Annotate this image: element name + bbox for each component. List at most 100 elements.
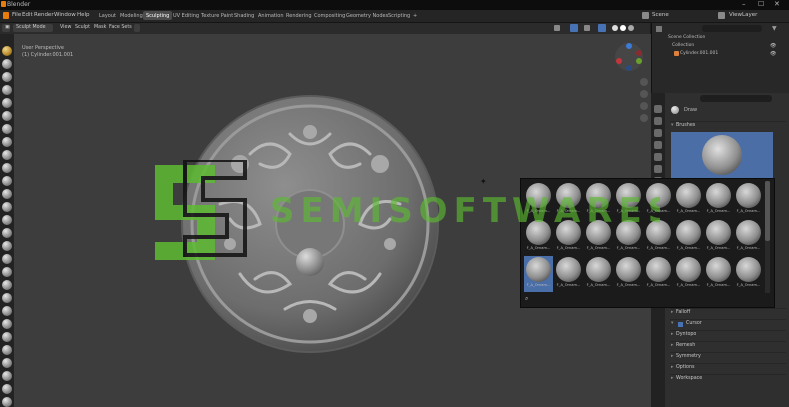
tab-layout[interactable]: Layout bbox=[96, 11, 119, 20]
brushes-section-header[interactable]: ▾ Brushes bbox=[670, 121, 786, 131]
brush-thumbnail-item[interactable]: F_A_Ornam... bbox=[674, 182, 703, 218]
perspective-toggle-icon[interactable] bbox=[640, 114, 648, 122]
tab-scripting[interactable]: Scripting bbox=[385, 11, 413, 20]
crease-tool-icon[interactable] bbox=[2, 150, 12, 160]
brush-thumbnail[interactable] bbox=[671, 132, 773, 178]
workspace-section-header[interactable]: ▸ Workspace bbox=[670, 374, 786, 384]
elastic-deform-tool-icon[interactable] bbox=[2, 254, 12, 264]
brush-thumbnail-item[interactable]: F_A_Ornam... bbox=[704, 219, 733, 255]
render-tab-icon[interactable] bbox=[654, 117, 662, 125]
brush-thumbnail-item[interactable]: F_A_Ornam... bbox=[674, 256, 703, 292]
tab-geometry-nodes[interactable]: Geometry Nodes bbox=[343, 11, 391, 20]
draw-sharp-tool-icon[interactable] bbox=[2, 59, 12, 69]
tab-animation[interactable]: Animation bbox=[255, 11, 287, 20]
options-section-header[interactable]: ▸ Options bbox=[670, 363, 786, 373]
add-workspace-button[interactable]: + bbox=[410, 11, 420, 20]
maximize-icon[interactable]: ☐ bbox=[758, 0, 764, 8]
collection-label[interactable]: Collection bbox=[672, 43, 694, 48]
properties-search-input[interactable] bbox=[700, 95, 772, 102]
mask-tool-icon[interactable] bbox=[2, 384, 12, 394]
blob-tool-icon[interactable] bbox=[2, 137, 12, 147]
outliner-filter-icon[interactable]: ▼ bbox=[772, 25, 777, 32]
clay-strips-tool-icon[interactable] bbox=[2, 85, 12, 95]
outliner-editor-icon[interactable] bbox=[656, 26, 662, 32]
pan-icon[interactable] bbox=[640, 90, 648, 98]
pinch-tool-icon[interactable] bbox=[2, 228, 12, 238]
viewlayer-selector[interactable]: ViewLayer bbox=[729, 12, 757, 18]
cursor-section-header[interactable]: ▾ Cursor bbox=[670, 319, 786, 329]
zoom-icon[interactable] bbox=[640, 78, 648, 86]
pose-tool-icon[interactable] bbox=[2, 293, 12, 303]
camera-view-icon[interactable] bbox=[640, 102, 648, 110]
tab-rendering[interactable]: Rendering bbox=[283, 11, 315, 20]
view-layer-tab-icon[interactable] bbox=[654, 141, 662, 149]
shading-material-icon[interactable] bbox=[620, 25, 626, 31]
shading-rendered-icon[interactable] bbox=[628, 25, 634, 31]
xray-toggle-icon[interactable] bbox=[598, 24, 606, 32]
boundary-tool-icon[interactable] bbox=[2, 345, 12, 355]
object-visibility-eye-icon[interactable]: 👁 bbox=[770, 51, 776, 57]
minimize-icon[interactable]: – bbox=[742, 0, 746, 8]
clay-tool-icon[interactable] bbox=[2, 72, 12, 82]
view-object-types-icon[interactable] bbox=[554, 25, 560, 31]
thumb-tool-icon[interactable] bbox=[2, 280, 12, 290]
popup-scrollbar-thumb[interactable] bbox=[765, 181, 770, 241]
overlays-icon[interactable] bbox=[584, 25, 590, 31]
outliner-object-label[interactable]: Cylinder.001.001 bbox=[680, 51, 718, 56]
brush-thumbnail-item[interactable]: F_A_Ornam... bbox=[734, 219, 763, 255]
fill-tool-icon[interactable] bbox=[2, 189, 12, 199]
rotate-tool-icon[interactable] bbox=[2, 319, 12, 329]
tab-sculpting[interactable]: Sculpting bbox=[143, 11, 173, 20]
brush-thumbnail-item[interactable]: F_A_Ornam... bbox=[704, 256, 733, 292]
clay-thumb-tool-icon[interactable] bbox=[2, 98, 12, 108]
outliner-search-input[interactable] bbox=[702, 25, 762, 32]
brush-thumbnail-item[interactable]: F_A_Ornam... bbox=[734, 182, 763, 218]
menu-window[interactable]: Window bbox=[54, 12, 76, 18]
menu-file[interactable]: File bbox=[12, 12, 21, 18]
smooth-tool-icon[interactable] bbox=[2, 163, 12, 173]
scrape-tool-icon[interactable] bbox=[2, 202, 12, 212]
navigation-gizmo[interactable] bbox=[614, 42, 644, 72]
snake-hook-tool-icon[interactable] bbox=[2, 267, 12, 277]
simplify-tool-icon[interactable] bbox=[2, 371, 12, 381]
visibility-eye-icon[interactable]: 👁 bbox=[770, 43, 776, 49]
dyntopo-section-header[interactable]: ▸ Dyntopo bbox=[670, 330, 786, 340]
tab-shading[interactable]: Shading bbox=[231, 11, 257, 20]
layer-tool-icon[interactable] bbox=[2, 111, 12, 121]
transform-tool-icon[interactable] bbox=[2, 397, 12, 407]
multiplane-scrape-tool-icon[interactable] bbox=[2, 215, 12, 225]
menu-edit[interactable]: Edit bbox=[22, 12, 33, 18]
brush-thumbnail-item[interactable]: F_A_Ornam... bbox=[734, 256, 763, 292]
scene-selector[interactable]: Scene bbox=[652, 12, 669, 18]
scene-icon[interactable] bbox=[642, 12, 649, 19]
remesh-section-header[interactable]: ▸ Remesh bbox=[670, 341, 786, 351]
grab-tool-icon[interactable] bbox=[2, 241, 12, 251]
gizmo-toggle-icon[interactable] bbox=[570, 24, 578, 32]
editor-type-icon[interactable]: ▣ bbox=[2, 24, 10, 32]
menu-sculpt[interactable]: Sculpt bbox=[72, 24, 93, 32]
brush-thumbnail-item[interactable]: F_A_Ornam... bbox=[704, 182, 733, 218]
symmetry-section-header[interactable]: ▸ Symmetry bbox=[670, 352, 786, 362]
cloth-tool-icon[interactable] bbox=[2, 358, 12, 368]
tab-modeling[interactable]: Modeling bbox=[117, 11, 146, 20]
brush-search-input[interactable] bbox=[535, 295, 761, 303]
menu-render[interactable]: Render bbox=[34, 12, 54, 18]
blender-menu-icon[interactable] bbox=[3, 12, 9, 19]
tool-tab-icon[interactable] bbox=[654, 105, 662, 113]
inflate-tool-icon[interactable] bbox=[2, 124, 12, 134]
slide-relax-tool-icon[interactable] bbox=[2, 332, 12, 342]
close-icon[interactable]: ✕ bbox=[774, 0, 780, 8]
flatten-tool-icon[interactable] bbox=[2, 176, 12, 186]
scene-collection-label[interactable]: Scene Collection bbox=[668, 35, 705, 40]
cursor-checkbox[interactable] bbox=[678, 322, 683, 327]
output-tab-icon[interactable] bbox=[654, 129, 662, 137]
nudge-tool-icon[interactable] bbox=[2, 306, 12, 316]
shading-solid-icon[interactable] bbox=[612, 25, 618, 31]
menu-face-sets[interactable]: Face Sets bbox=[106, 24, 135, 32]
viewlayer-icon[interactable] bbox=[718, 12, 725, 19]
draw-tool-icon[interactable] bbox=[2, 46, 12, 56]
falloff-section-header[interactable]: ▸ Falloff bbox=[670, 308, 786, 318]
menu-help[interactable]: Help bbox=[77, 12, 90, 18]
brush-thumbnail-item[interactable]: F_A_Ornam... bbox=[674, 219, 703, 255]
mode-selector[interactable]: Sculpt Mode bbox=[13, 24, 53, 32]
